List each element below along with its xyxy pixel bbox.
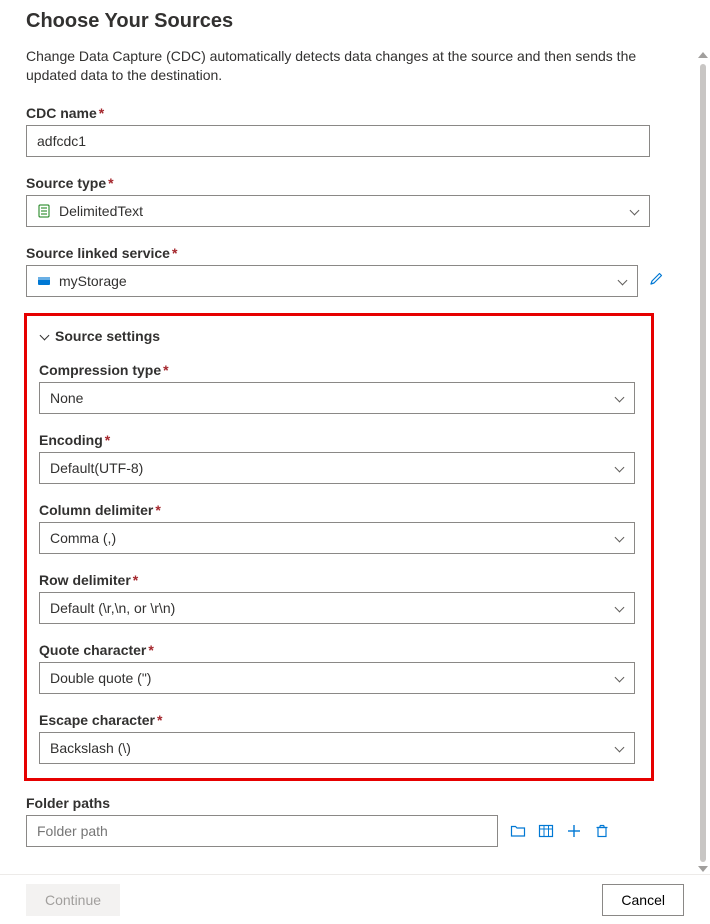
label-text: Source type	[26, 175, 106, 191]
escape-character-dropdown[interactable]: Backslash (\)	[39, 732, 635, 764]
add-folder-path-button[interactable]	[566, 823, 582, 839]
chevron-down-icon	[617, 276, 627, 286]
file-icon	[37, 204, 51, 218]
chevron-down-icon	[614, 533, 624, 543]
cancel-button[interactable]: Cancel	[602, 884, 684, 916]
label-source-linked-service: Source linked service*	[26, 245, 664, 261]
label-text: Row delimiter	[39, 572, 131, 588]
label-row-delimiter: Row delimiter*	[39, 572, 639, 588]
source-type-dropdown[interactable]: DelimitedText	[26, 195, 650, 227]
field-row-delimiter: Row delimiter* Default (\r,\n, or \r\n)	[39, 572, 639, 624]
dropdown-content: myStorage	[37, 273, 127, 289]
dropdown-value: Double quote (")	[50, 670, 151, 686]
label-escape-character: Escape character*	[39, 712, 639, 728]
dropdown-value: Default (\r,\n, or \r\n)	[50, 600, 175, 616]
chevron-down-icon	[614, 673, 624, 683]
label-source-type: Source type*	[26, 175, 664, 191]
dropdown-content: DelimitedText	[37, 203, 143, 219]
edit-linked-service-button[interactable]	[648, 271, 664, 290]
compression-type-dropdown[interactable]: None	[39, 382, 635, 414]
scrollbar[interactable]	[696, 50, 710, 874]
field-source-linked-service: Source linked service* myStorage	[26, 245, 664, 297]
panel-body: Choose Your Sources Change Data Capture …	[0, 0, 690, 874]
continue-button: Continue	[26, 884, 120, 916]
dropdown-value: Comma (,)	[50, 530, 116, 546]
label-text: Compression type	[39, 362, 161, 378]
required-asterisk: *	[155, 502, 160, 518]
required-asterisk: *	[163, 362, 168, 378]
browse-folder-button[interactable]	[510, 823, 526, 839]
field-cdc-name: CDC name*	[26, 105, 664, 157]
field-escape-character: Escape character* Backslash (\)	[39, 712, 639, 764]
footer-bar: Continue Cancel	[0, 874, 710, 924]
dropdown-value: Default(UTF-8)	[50, 460, 143, 476]
section-title: Source settings	[55, 328, 160, 344]
row-delimiter-dropdown[interactable]: Default (\r,\n, or \r\n)	[39, 592, 635, 624]
scroll-thumb[interactable]	[700, 64, 706, 862]
required-asterisk: *	[133, 572, 138, 588]
quote-character-dropdown[interactable]: Double quote (")	[39, 662, 635, 694]
dropdown-value: Backslash (\)	[50, 740, 131, 756]
field-column-delimiter: Column delimiter* Comma (,)	[39, 502, 639, 554]
scroll-up-icon	[698, 52, 708, 58]
preview-data-button[interactable]	[538, 823, 554, 839]
required-asterisk: *	[105, 432, 110, 448]
label-text: Column delimiter	[39, 502, 153, 518]
encoding-dropdown[interactable]: Default(UTF-8)	[39, 452, 635, 484]
label-quote-character: Quote character*	[39, 642, 639, 658]
required-asterisk: *	[172, 245, 177, 261]
page-subtitle: Change Data Capture (CDC) automatically …	[26, 47, 664, 85]
required-asterisk: *	[99, 105, 104, 121]
label-text: Quote character	[39, 642, 146, 658]
label-cdc-name: CDC name*	[26, 105, 664, 121]
field-encoding: Encoding* Default(UTF-8)	[39, 432, 639, 484]
dropdown-value: DelimitedText	[59, 203, 143, 219]
source-linked-service-dropdown[interactable]: myStorage	[26, 265, 638, 297]
field-folder-paths: Folder paths	[26, 795, 664, 847]
label-text: Encoding	[39, 432, 103, 448]
label-text: Escape character	[39, 712, 155, 728]
required-asterisk: *	[157, 712, 162, 728]
chevron-down-icon	[629, 206, 639, 216]
field-quote-character: Quote character* Double quote (")	[39, 642, 639, 694]
field-compression-type: Compression type* None	[39, 362, 639, 414]
required-asterisk: *	[108, 175, 113, 191]
chevron-down-icon	[614, 603, 624, 613]
dropdown-value: None	[50, 390, 83, 406]
source-settings-toggle[interactable]: Source settings	[39, 328, 639, 344]
label-column-delimiter: Column delimiter*	[39, 502, 639, 518]
chevron-down-icon	[39, 331, 49, 341]
delete-folder-path-button[interactable]	[594, 823, 610, 839]
source-settings-section: Source settings Compression type* None E…	[24, 313, 654, 781]
scroll-down-icon	[698, 866, 708, 872]
chevron-down-icon	[614, 743, 624, 753]
column-delimiter-dropdown[interactable]: Comma (,)	[39, 522, 635, 554]
label-encoding: Encoding*	[39, 432, 639, 448]
label-text: CDC name	[26, 105, 97, 121]
folder-path-input[interactable]	[26, 815, 498, 847]
label-folder-paths: Folder paths	[26, 795, 664, 811]
label-compression-type: Compression type*	[39, 362, 639, 378]
chevron-down-icon	[614, 393, 624, 403]
page-title: Choose Your Sources	[26, 10, 664, 33]
dropdown-value: myStorage	[59, 273, 127, 289]
field-source-type: Source type* DelimitedText	[26, 175, 664, 227]
chevron-down-icon	[614, 463, 624, 473]
required-asterisk: *	[148, 642, 153, 658]
cdc-name-input[interactable]	[26, 125, 650, 157]
label-text: Folder paths	[26, 795, 110, 811]
label-text: Source linked service	[26, 245, 170, 261]
storage-icon	[37, 274, 51, 288]
